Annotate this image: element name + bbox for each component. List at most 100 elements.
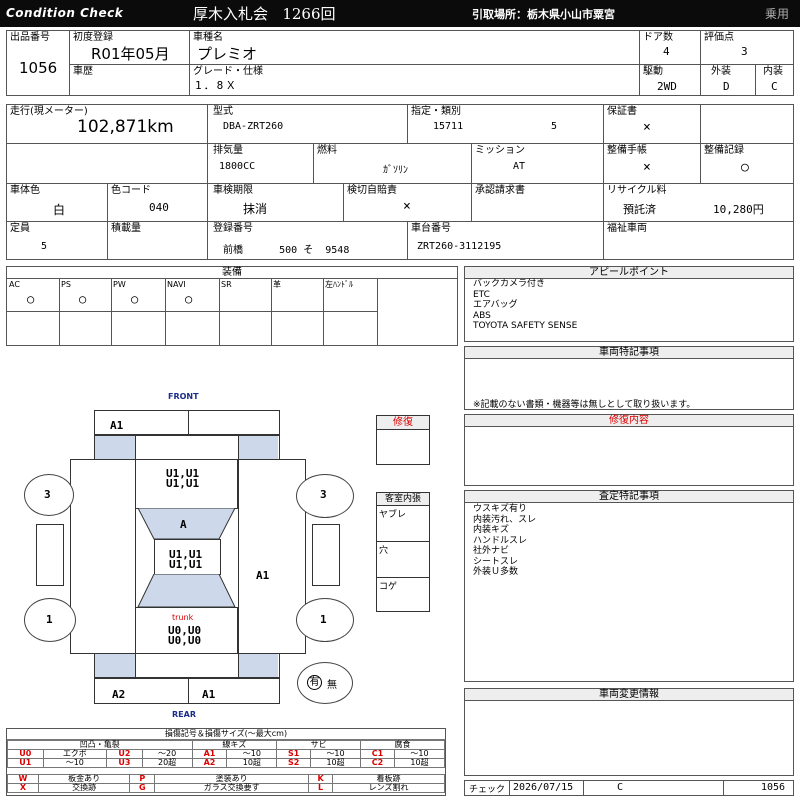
legend-desc: ガラス交換要す bbox=[154, 783, 310, 793]
legend-title: 損傷記号＆損傷サイズ(～最大cm) bbox=[7, 729, 445, 740]
inspection-line: 社外ナビ bbox=[473, 546, 510, 556]
mission-label: ミッション bbox=[475, 145, 525, 156]
first-registration-label: 初度登録 bbox=[73, 32, 113, 43]
repair-content-title: 修復内容 bbox=[465, 415, 793, 427]
front-bumper-mark: A1 bbox=[110, 419, 124, 432]
drive-label: 駆動 bbox=[643, 66, 663, 77]
appeal-line: エアバッグ bbox=[473, 300, 518, 310]
exterior-label: 外装 bbox=[711, 66, 731, 77]
capacity-label: 定員 bbox=[10, 223, 30, 234]
appeal-line: TOYOTA SAFETY SENSE bbox=[473, 321, 578, 331]
legend-desc: ～10 bbox=[42, 758, 108, 768]
vehicle-notes-panel: 車両特記事項 ※記載のない書類・機器等は無しとして取り扱います。 bbox=[464, 346, 794, 410]
appeal-points-panel: アピールポイント バックカメラ付き ETC エアバッグ ABS TOYOTA S… bbox=[464, 266, 794, 342]
model-type-value: DBA-ZRT260 bbox=[223, 121, 284, 132]
appeal-line: ETC bbox=[473, 289, 490, 300]
registration-number-label: 登録番号 bbox=[213, 223, 253, 234]
appeal-points-list: バックカメラ付き ETC エアバッグ ABS TOYOTA SAFETY SEN… bbox=[473, 279, 577, 332]
rear-bumper-right-mark: A1 bbox=[202, 688, 216, 701]
legend-code: S2 bbox=[276, 758, 312, 768]
legend-desc: 交換跡 bbox=[37, 783, 131, 793]
designation-label: 指定・類別 bbox=[411, 106, 461, 117]
cabin-item-hole: 穴 bbox=[379, 546, 389, 556]
insurance-label: 検切自賠責 bbox=[347, 185, 397, 196]
approval-request-label: 承認請求書 bbox=[475, 185, 525, 196]
cabin-interior-box: 客室内張 ヤブレ 穴 コゲ bbox=[376, 492, 430, 612]
cabin-interior-title: 客室内張 bbox=[377, 493, 429, 506]
interior-label: 内装 bbox=[763, 66, 783, 77]
capacity-value: 5 bbox=[41, 241, 48, 252]
legend-size-table: 凹凸・亀裂 線キズ サビ 腐食 U0 エクボ U2 ～20 A1 ～10 S1 … bbox=[7, 740, 445, 768]
right-door-panel[interactable] bbox=[312, 524, 340, 586]
equipment-block: 装備 AC ○ PS ○ PW ○ NAVI ○ SR 革 左ﾊﾝﾄﾞﾙ bbox=[6, 266, 458, 346]
rear-window-panel[interactable] bbox=[135, 574, 238, 608]
equip-sr-label: SR bbox=[221, 280, 232, 289]
class-value: 5 bbox=[551, 121, 558, 132]
windshield-mark: A bbox=[180, 518, 187, 531]
specs-block: 走行(現メーター) 102,871km 型式 DBA-ZRT260 指定・類別 … bbox=[6, 104, 794, 260]
color-code-value: 040 bbox=[149, 201, 169, 214]
legend-desc: 20超 bbox=[141, 758, 193, 768]
auction-name: 厚木入札会 1266回 bbox=[193, 5, 336, 23]
grade-label: グレード・仕様 bbox=[193, 66, 263, 77]
recycle-status: 預託済 bbox=[623, 203, 656, 216]
check-date: 2026/07/15 bbox=[513, 782, 574, 793]
score-label: 評価点 bbox=[704, 32, 734, 43]
hood-mark: U1,U1 U1,U1 bbox=[166, 467, 200, 490]
registration-number-value: 前橋 500 そ 9548 bbox=[223, 241, 349, 256]
inspection-expiry-value: 抹消 bbox=[243, 202, 268, 216]
rear-label: REAR bbox=[172, 710, 196, 719]
repair-content-panel: 修復内容 bbox=[464, 414, 794, 486]
color-code-label: 色コード bbox=[111, 185, 151, 196]
equip-navi-label: NAVI bbox=[167, 280, 186, 289]
maintenance-record-label: 整備記録 bbox=[704, 145, 744, 156]
body-color-value: 白 bbox=[53, 203, 66, 217]
maintenance-record-value: ○ bbox=[741, 160, 749, 175]
tire-front-right-mark: 3 bbox=[320, 488, 327, 501]
equipment-title: 装備 bbox=[7, 267, 457, 279]
inspection-notes-title: 査定特記事項 bbox=[465, 491, 793, 503]
registration-kana: そ bbox=[303, 245, 314, 256]
equip-lhd-label: 左ﾊﾝﾄﾞﾙ bbox=[325, 280, 353, 289]
lot-number-value: 1056 bbox=[19, 59, 58, 77]
change-info-panel: 車両変更情報 bbox=[464, 688, 794, 776]
inspection-line: ウスキズ有り bbox=[473, 504, 528, 514]
equip-leather-label: 革 bbox=[273, 280, 281, 289]
inspection-line: 内装キズ bbox=[473, 525, 510, 535]
check-label: チェック bbox=[469, 785, 506, 795]
appeal-points-title: アピールポイント bbox=[465, 267, 793, 279]
registration-area: 前橋 bbox=[223, 245, 243, 256]
brand-title: Condition Check bbox=[6, 6, 124, 20]
drive-value: 2WD bbox=[657, 80, 677, 93]
fuel-label: 燃料 bbox=[317, 145, 337, 156]
insurance-value: × bbox=[403, 199, 411, 214]
check-grade: C bbox=[617, 782, 624, 793]
displacement-value: 1800CC bbox=[219, 161, 256, 172]
check-row: チェック 2026/07/15 C 1056 bbox=[464, 780, 794, 796]
inspection-notes-list: ウスキズ有り 内装汚れ、スレ 内装キズ ハンドルスレ 社外ナビ シートスレ 外装… bbox=[473, 504, 536, 578]
equip-pw-value: ○ bbox=[131, 292, 139, 306]
inspection-line: 外装Ｕ多数 bbox=[473, 567, 519, 577]
maintenance-manual-value: × bbox=[643, 160, 651, 175]
vehicle-history-label: 車歴 bbox=[73, 66, 93, 77]
vehicle-notes-footnote: ※記載のない書類・機器等は無しとして取り扱います。 bbox=[473, 400, 696, 410]
legend-desc: レンズ割れ bbox=[332, 783, 445, 793]
tire-front-left-mark: 3 bbox=[44, 488, 51, 501]
equip-pw-label: PW bbox=[113, 280, 126, 289]
left-door-panel[interactable] bbox=[36, 524, 64, 586]
spare-tire-indicator[interactable] bbox=[297, 662, 353, 704]
mileage-label: 走行(現メーター) bbox=[10, 106, 88, 117]
equip-ac-label: AC bbox=[9, 280, 20, 289]
damage-legend: 損傷記号＆損傷サイズ(～最大cm) 凹凸・亀裂 線キズ サビ 腐食 U0 エクボ… bbox=[6, 728, 446, 796]
doors-label: ドア数 bbox=[643, 32, 673, 43]
trunk-mark: U0,U0 U0,U0 bbox=[168, 624, 202, 647]
first-registration-value: R01年05月 bbox=[91, 45, 170, 63]
trunk-label: trunk bbox=[172, 613, 194, 622]
front-label: FRONT bbox=[168, 392, 199, 401]
model-name-value: プレミオ bbox=[197, 45, 258, 63]
welfare-vehicle-label: 福祉車両 bbox=[607, 223, 647, 234]
legend-desc: 10超 bbox=[310, 758, 361, 768]
recycle-fee-label: リサイクル料 bbox=[607, 185, 667, 196]
legend-code: L bbox=[308, 783, 334, 793]
listing-block: 出品番号 1056 初度登録 R01年05月 車種名 プレミオ 車歴 グレード・… bbox=[6, 30, 794, 96]
